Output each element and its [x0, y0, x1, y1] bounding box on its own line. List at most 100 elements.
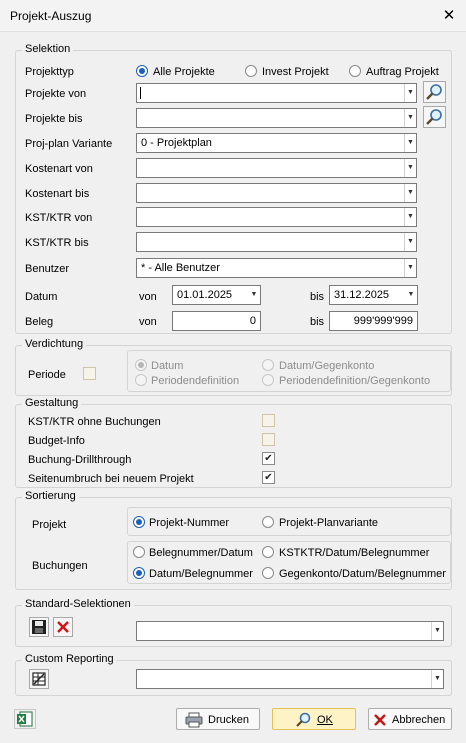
- projekttyp-label: Projekttyp: [25, 66, 74, 78]
- save-selektion-button[interactable]: [29, 617, 49, 637]
- radio-auftrag-projekt[interactable]: [349, 65, 361, 77]
- search-icon: [426, 109, 442, 125]
- standard-selektionen-combo[interactable]: ▼: [136, 621, 444, 641]
- standard-selektionen-legend: Standard-Selektionen: [22, 598, 134, 610]
- benutzer-combo[interactable]: * - Alle Benutzer ▼: [136, 258, 417, 278]
- radio-datum-gegenkonto[interactable]: [262, 359, 274, 371]
- radio-projekt-planvariante[interactable]: [262, 516, 274, 528]
- kst-ktr-von-label: KST/KTR von: [25, 212, 93, 224]
- text-caret: [140, 87, 141, 99]
- search-icon: [296, 712, 311, 727]
- printer-icon: [185, 712, 203, 728]
- kst-ktr-von-combo[interactable]: ▼: [136, 207, 417, 227]
- chevron-down-icon[interactable]: ▼: [404, 109, 416, 127]
- chevron-down-icon[interactable]: ▼: [431, 670, 443, 688]
- abbrechen-button[interactable]: Abbrechen: [368, 708, 452, 730]
- chevron-down-icon[interactable]: ▼: [404, 259, 416, 277]
- radio-kstktr-datum-belegnummer[interactable]: [262, 546, 274, 558]
- kst-ktr-bis-label: KST/KTR bis: [25, 237, 89, 249]
- radio-auftrag-projekt-label[interactable]: Auftrag Projekt: [366, 66, 439, 78]
- search-projekte-bis-button[interactable]: [423, 106, 446, 128]
- radio-projekt-planvariante-label[interactable]: Projekt-Planvariante: [279, 517, 378, 529]
- radio-projekt-nummer[interactable]: [133, 516, 145, 528]
- drucken-button[interactable]: Drucken: [176, 708, 260, 730]
- chevron-down-icon[interactable]: ▼: [404, 184, 416, 202]
- radio-belegnummer-datum[interactable]: [133, 546, 145, 558]
- radio-datum[interactable]: [135, 359, 147, 371]
- radio-belegnummer-datum-label[interactable]: Belegnummer/Datum: [149, 547, 253, 559]
- benutzer-label: Benutzer: [25, 263, 70, 275]
- radio-invest-projekt[interactable]: [245, 65, 257, 77]
- beleg-von-input[interactable]: 0: [172, 311, 261, 331]
- verdichtung-legend: Verdichtung: [22, 338, 87, 350]
- search-icon: [426, 84, 442, 100]
- buchung-drillthrough-checkbox[interactable]: ✔: [262, 452, 275, 465]
- radio-invest-projekt-label[interactable]: Invest Projekt: [262, 66, 329, 78]
- ok-button[interactable]: OK: [272, 708, 356, 730]
- save-icon: [32, 620, 46, 634]
- kostenart-von-combo[interactable]: ▼: [136, 158, 417, 178]
- radio-alle-projekte-label[interactable]: Alle Projekte: [153, 66, 215, 78]
- delete-selektion-button[interactable]: [53, 617, 73, 637]
- chevron-down-icon[interactable]: ▼: [404, 208, 416, 226]
- radio-periodendefinition-label[interactable]: Periodendefinition: [151, 375, 239, 387]
- radio-datum-gegenkonto-label[interactable]: Datum/Gegenkonto: [279, 360, 374, 372]
- custom-reporting-legend: Custom Reporting: [22, 653, 117, 665]
- search-projekte-von-button[interactable]: [423, 81, 446, 103]
- kst-ktr-bis-combo[interactable]: ▼: [136, 232, 417, 252]
- chevron-down-icon[interactable]: ▼: [404, 233, 416, 251]
- kst-ktr-ohne-buchungen-checkbox[interactable]: [262, 414, 275, 427]
- close-icon[interactable]: ✕: [438, 6, 460, 26]
- close-icon: [374, 714, 386, 726]
- periode-label: Periode: [28, 369, 66, 381]
- radio-gegenkonto-datum-belegnummer-label[interactable]: Gegenkonto/Datum/Belegnummer: [279, 568, 446, 580]
- projekte-von-combo[interactable]: ▼: [136, 83, 417, 103]
- budget-info-checkbox[interactable]: [262, 433, 275, 446]
- radio-periodendefinition-gegenkonto[interactable]: [262, 374, 274, 386]
- selektion-legend: Selektion: [22, 43, 74, 55]
- proj-plan-variante-combo[interactable]: 0 - Projektplan ▼: [136, 133, 417, 153]
- beleg-bis-input[interactable]: 999'999'999: [329, 311, 418, 331]
- custom-report-button[interactable]: [29, 669, 49, 689]
- datum-bis-value[interactable]: 31.12.2025: [334, 289, 389, 301]
- radio-datum-belegnummer-label[interactable]: Datum/Belegnummer: [149, 568, 253, 580]
- datum-von-picker[interactable]: 01.01.2025 ▼: [172, 285, 261, 305]
- radio-projekt-nummer-label[interactable]: Projekt-Nummer: [149, 517, 229, 529]
- radio-gegenkonto-datum-belegnummer[interactable]: [262, 567, 274, 579]
- radio-periodendefinition[interactable]: [135, 374, 147, 386]
- benutzer-value[interactable]: * - Alle Benutzer: [141, 262, 220, 274]
- datum-bis-label: bis: [310, 291, 325, 303]
- radio-datum-label[interactable]: Datum: [151, 360, 183, 372]
- chevron-down-icon[interactable]: ▼: [405, 286, 417, 304]
- kostenart-von-label: Kostenart von: [25, 163, 93, 175]
- projekte-von-label: Projekte von: [25, 88, 87, 100]
- projekte-bis-combo[interactable]: ▼: [136, 108, 417, 128]
- radio-kstktr-datum-belegnummer-label[interactable]: KSTKTR/Datum/Belegnummer: [279, 547, 429, 559]
- chevron-down-icon[interactable]: ▼: [404, 84, 416, 102]
- radio-alle-projekte[interactable]: [136, 65, 148, 77]
- radio-periodendefinition-gegenkonto-label[interactable]: Periodendefinition/Gegenkonto: [279, 375, 430, 387]
- report-icon: [32, 672, 46, 686]
- radio-datum-belegnummer[interactable]: [133, 567, 145, 579]
- chevron-down-icon[interactable]: ▼: [404, 159, 416, 177]
- chevron-down-icon[interactable]: ▼: [431, 622, 443, 640]
- drucken-label[interactable]: Drucken: [208, 714, 249, 726]
- ok-label[interactable]: OK: [317, 714, 333, 726]
- excel-export-button[interactable]: [14, 709, 36, 729]
- sortierung-projekt-label: Projekt: [32, 519, 67, 531]
- kostenart-bis-combo[interactable]: ▼: [136, 183, 417, 203]
- proj-plan-variante-label: Proj-plan Variante: [25, 138, 113, 150]
- chevron-down-icon[interactable]: ▼: [404, 134, 416, 152]
- periode-checkbox[interactable]: [83, 367, 96, 380]
- seitenumbruch-checkbox[interactable]: ✔: [262, 471, 275, 484]
- datum-von-label: von: [139, 291, 157, 303]
- custom-reporting-combo[interactable]: ▼: [136, 669, 444, 689]
- proj-plan-variante-value[interactable]: 0 - Projektplan: [141, 137, 212, 149]
- window-title: Projekt-Auszug: [10, 9, 92, 23]
- excel-icon: [17, 711, 33, 727]
- kostenart-bis-label: Kostenart bis: [25, 188, 90, 200]
- datum-bis-picker[interactable]: 31.12.2025 ▼: [329, 285, 418, 305]
- datum-von-value[interactable]: 01.01.2025: [177, 289, 232, 301]
- abbrechen-label[interactable]: Abbrechen: [392, 714, 445, 726]
- chevron-down-icon[interactable]: ▼: [248, 286, 260, 304]
